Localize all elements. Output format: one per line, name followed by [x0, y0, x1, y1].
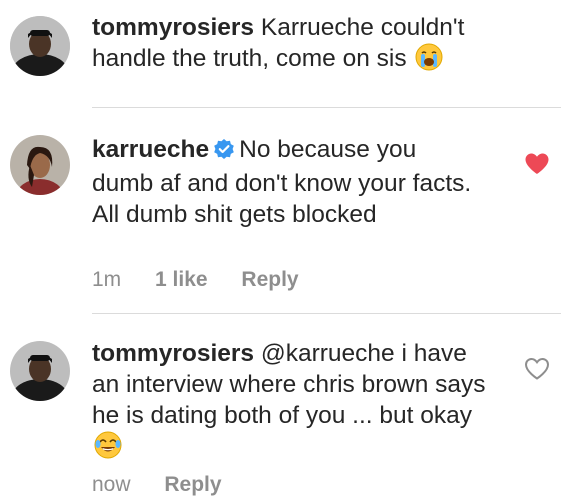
comment-meta: 1m 1 like Reply	[92, 268, 327, 292]
comment-username[interactable]: tommyrosiers	[92, 14, 254, 41]
avatar-tommyrosiers[interactable]	[10, 16, 70, 76]
heart-outline-icon[interactable]	[524, 357, 550, 381]
comment-divider	[92, 313, 561, 314]
comment-timestamp: 1m	[92, 268, 122, 291]
loudly-crying-face-emoji	[415, 43, 443, 79]
comment-divider	[92, 107, 561, 108]
comment-username[interactable]: karrueche	[92, 136, 209, 163]
comment-username[interactable]: tommyrosiers	[92, 340, 254, 367]
comment-meta: now Reply	[92, 473, 250, 497]
comment-text-block: karrueche No because you dumb af and don…	[92, 134, 482, 230]
liked-heart-icon[interactable]	[524, 152, 550, 176]
avatar-image	[10, 341, 70, 401]
comment-timestamp: now	[92, 473, 131, 496]
avatar-tommyrosiers[interactable]	[10, 341, 70, 401]
avatar-image	[10, 135, 70, 195]
avatar-image	[10, 16, 70, 76]
reply-button[interactable]: Reply	[241, 268, 298, 291]
reply-button[interactable]: Reply	[164, 473, 221, 496]
comment-like-count[interactable]: 1 like	[155, 268, 208, 291]
verified-badge-icon	[213, 137, 235, 168]
comment-text-block: tommyrosiers @karrueche i have an interv…	[92, 338, 492, 467]
avatar-karrueche[interactable]	[10, 135, 70, 195]
face-with-tears-of-joy-emoji	[94, 431, 122, 467]
comment-text-block: tommyrosiers Karrueche couldn't handle t…	[92, 12, 532, 79]
